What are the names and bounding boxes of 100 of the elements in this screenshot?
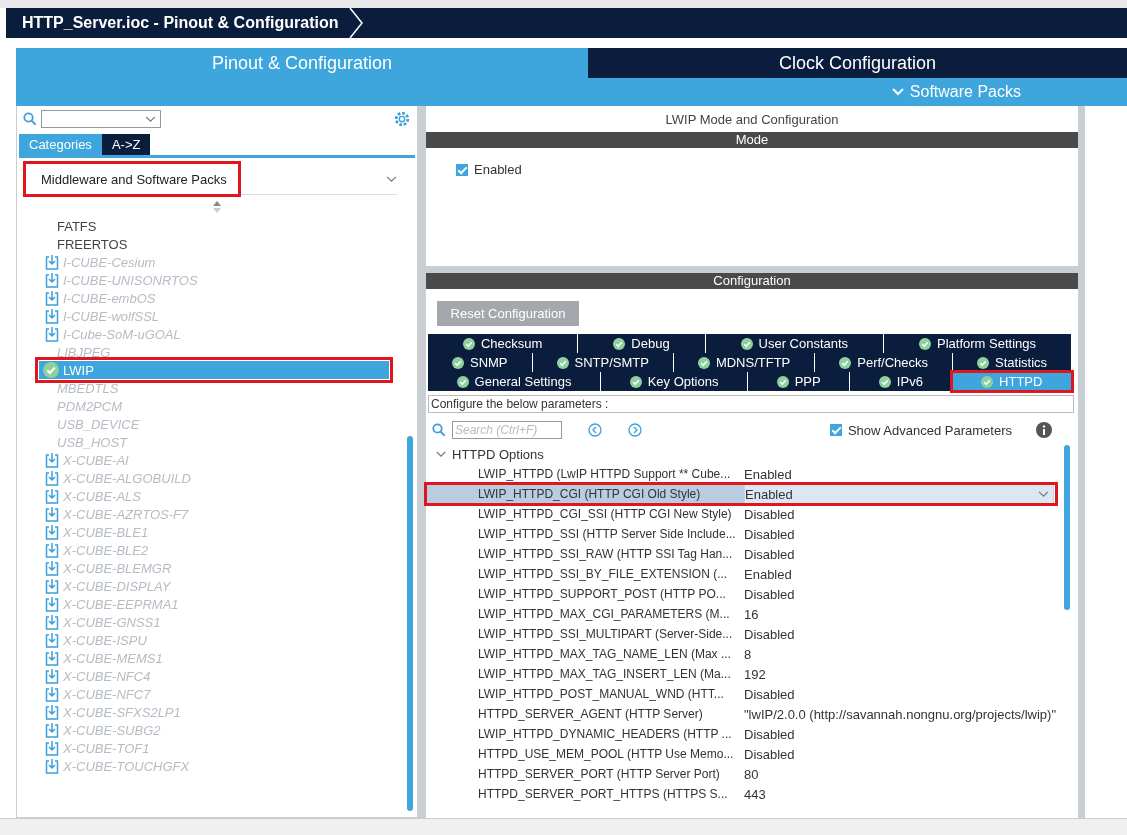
category-dropdown[interactable]: Middleware and Software Packs — [27, 164, 397, 195]
search-field[interactable]: Search (Ctrl+F) — [452, 421, 562, 439]
config-tab[interactable]: SNMP — [428, 353, 533, 372]
parameter-value: Disabled — [744, 506, 795, 522]
parameter-name: LWIP_HTTPD_MAX_TAG_INSERT_LEN (Ma... — [478, 667, 732, 681]
download-icon — [45, 290, 59, 306]
section-header: Configuration — [426, 273, 1078, 289]
check-circle-icon — [462, 337, 475, 350]
parameter-name: LWIP_HTTPD_SSI_MULTIPART (Server-Side... — [478, 627, 734, 641]
info-icon[interactable] — [1036, 422, 1052, 438]
parameter-row[interactable]: LWIP_HTTPD_CGI_SSI (HTTP CGI New Style) Disabled — [426, 504, 1056, 524]
previous-icon[interactable] — [588, 423, 602, 437]
download-icon — [45, 668, 59, 684]
check-circle-icon — [776, 375, 789, 388]
check-circle-icon — [613, 337, 626, 350]
parameter-row[interactable]: LWIP_HTTPD_MAX_TAG_INSERT_LEN (Ma... 192 — [426, 664, 1056, 684]
config-tab[interactable]: Perf/Checks — [815, 353, 954, 372]
hint-text: Configure the below parameters : — [428, 395, 1074, 413]
next-icon[interactable] — [628, 423, 642, 437]
config-tab[interactable]: Key Options — [601, 372, 749, 391]
parameter-row[interactable]: HTTPD_SERVER_AGENT (HTTP Server) "lwIP/2.0.0 (http://savannah.nongnu.org/projects/lwip)" — [426, 704, 1056, 724]
config-tab[interactable]: Debug — [578, 334, 706, 353]
check-circle-icon — [977, 356, 990, 369]
parameter-value: Enabled — [744, 466, 792, 482]
value-dropdown[interactable]: Enabled — [744, 484, 1054, 504]
chevron-down-icon — [386, 175, 397, 183]
parameter-row[interactable]: LWIP_HTTPD_SSI_BY_FILE_EXTENSION (... Enabled — [426, 564, 1056, 584]
download-icon — [45, 308, 59, 324]
parameter-name: LWIP_HTTPD (LwIP HTTPD Support ** Cube... — [478, 467, 732, 481]
search-icon — [23, 112, 37, 126]
download-icon — [45, 272, 59, 288]
settings-icon[interactable] — [393, 110, 411, 128]
tree-item[interactable]: FREERTOS — [27, 235, 367, 253]
check-circle-icon — [556, 356, 569, 369]
section-header: Mode — [426, 132, 1078, 148]
checkbox-label: Show Advanced Parameters — [847, 422, 1012, 438]
check-circle-icon — [981, 375, 994, 388]
parameter-name: HTTPD_SERVER_PORT (HTTP Server Port) — [478, 767, 721, 781]
parameter-row[interactable]: LWIP_HTTPD_CGI (HTTP CGI Old Style) Enabled — [426, 484, 1056, 504]
parameter-value: 80 — [744, 766, 759, 782]
parameter-row[interactable]: LWIP_HTTPD (LwIP HTTPD Support ** Cube... Enabled — [426, 464, 1056, 484]
check-circle-icon — [629, 375, 642, 388]
parameter-value: 16 — [744, 606, 759, 622]
parameter-row[interactable]: LWIP_HTTPD_SUPPORT_POST (HTTP PO... Disabled — [426, 584, 1056, 604]
parameter-name: LWIP_HTTPD_SUPPORT_POST (HTTP PO... — [478, 587, 727, 601]
parameter-row[interactable]: LWIP_HTTPD_MAX_CGI_PARAMETERS (M... 16 — [426, 604, 1056, 624]
download-icon — [45, 470, 59, 486]
parameter-name: LWIP_HTTPD_MAX_TAG_NAME_LEN (Max ... — [478, 647, 732, 661]
parameter-value: Disabled — [744, 726, 795, 742]
checkbox-label: Enabled — [474, 162, 522, 177]
parameter-value: Disabled — [744, 526, 795, 542]
check-circle-icon — [740, 337, 753, 350]
search-icon — [432, 423, 446, 437]
chevron-icon — [436, 451, 446, 458]
config-tab[interactable]: MDNS/TFTP — [673, 353, 816, 372]
download-icon — [45, 704, 59, 720]
tree-item[interactable]: FATFS — [27, 217, 367, 235]
parameter-value: Disabled — [744, 626, 795, 642]
config-tab[interactable]: SNTP/SMTP — [532, 353, 674, 372]
parameter-row[interactable]: HTTPD_USE_MEM_POOL (HTTP Use Memo... Disabled — [426, 744, 1056, 764]
check-circle-icon — [456, 375, 469, 388]
parameter-value: Enabled — [744, 566, 792, 582]
config-tab[interactable]: Platform Settings — [884, 334, 1072, 353]
parameter-row[interactable]: HTTPD_SERVER_PORT (HTTP Server Port) 80 — [426, 764, 1056, 784]
parameter-row[interactable]: LWIP_HTTPD_POST_MANUAL_WND (HTT... Disabled — [426, 684, 1056, 704]
download-icon — [45, 506, 59, 522]
parameter-row[interactable]: LWIP_HTTPD_MAX_TAG_NAME_LEN (Max ... 8 — [426, 644, 1056, 664]
config-tab[interactable]: IPv6 — [850, 372, 953, 391]
checkbox[interactable] — [456, 163, 468, 176]
scrollbar[interactable] — [407, 436, 413, 811]
parameter-row[interactable]: LWIP_HTTPD_SSI_RAW (HTTP SSI Tag Han... Disabled — [426, 544, 1056, 564]
parameter-row[interactable]: LWIP_HTTPD_SSI_MULTIPART (Server-Side... Disabled — [426, 624, 1056, 644]
parameter-row[interactable]: LWIP_HTTPD_SSI (HTTP Server Side Include... Disabled — [426, 524, 1056, 544]
parameter-name: LWIP_HTTPD_MAX_CGI_PARAMETERS (M... — [478, 607, 731, 621]
config-tab[interactable]: Checksum — [428, 334, 579, 353]
checkbox[interactable] — [829, 424, 842, 436]
config-tab[interactable]: PPP — [748, 372, 851, 391]
parameter-value: "lwIP/2.0.0 (http://savannah.nongnu.org/projects/lwip)" — [744, 706, 1056, 722]
parameter-value: Disabled — [744, 746, 795, 762]
download-icon — [45, 326, 59, 342]
parameter-row[interactable]: HTTPD_SERVER_PORT_HTTPS (HTTPS S... 443 — [426, 784, 1056, 804]
parameter-name: LWIP_HTTPD_CGI_SSI (HTTP CGI New Style) — [478, 507, 733, 521]
main-tab[interactable]: Clock Configuration — [588, 48, 1127, 78]
parameter-value: 8 — [744, 646, 752, 662]
scrollbar[interactable] — [1064, 445, 1070, 610]
check-circle-icon — [697, 356, 710, 369]
config-tab[interactable]: General Settings — [428, 372, 602, 391]
parameter-name: LWIP_HTTPD_DYNAMIC_HEADERS (HTTP ... — [478, 727, 733, 741]
download-icon — [45, 560, 59, 576]
check-circle-icon — [919, 337, 932, 350]
search-combo[interactable] — [41, 110, 161, 128]
parameter-value: Disabled — [744, 586, 795, 602]
group-header[interactable]: HTTPD Options — [426, 439, 554, 464]
parameter-row[interactable]: LWIP_HTTPD_DYNAMIC_HEADERS (HTTP ... Disabled — [426, 724, 1056, 744]
download-icon — [45, 632, 59, 648]
view-tab[interactable]: A->Z — [101, 134, 151, 155]
config-tab[interactable]: User Constants — [705, 334, 885, 353]
parameter-name: LWIP_HTTPD_CGI (HTTP CGI Old Style) — [478, 487, 702, 501]
download-icon — [45, 614, 59, 630]
download-icon — [45, 722, 59, 738]
